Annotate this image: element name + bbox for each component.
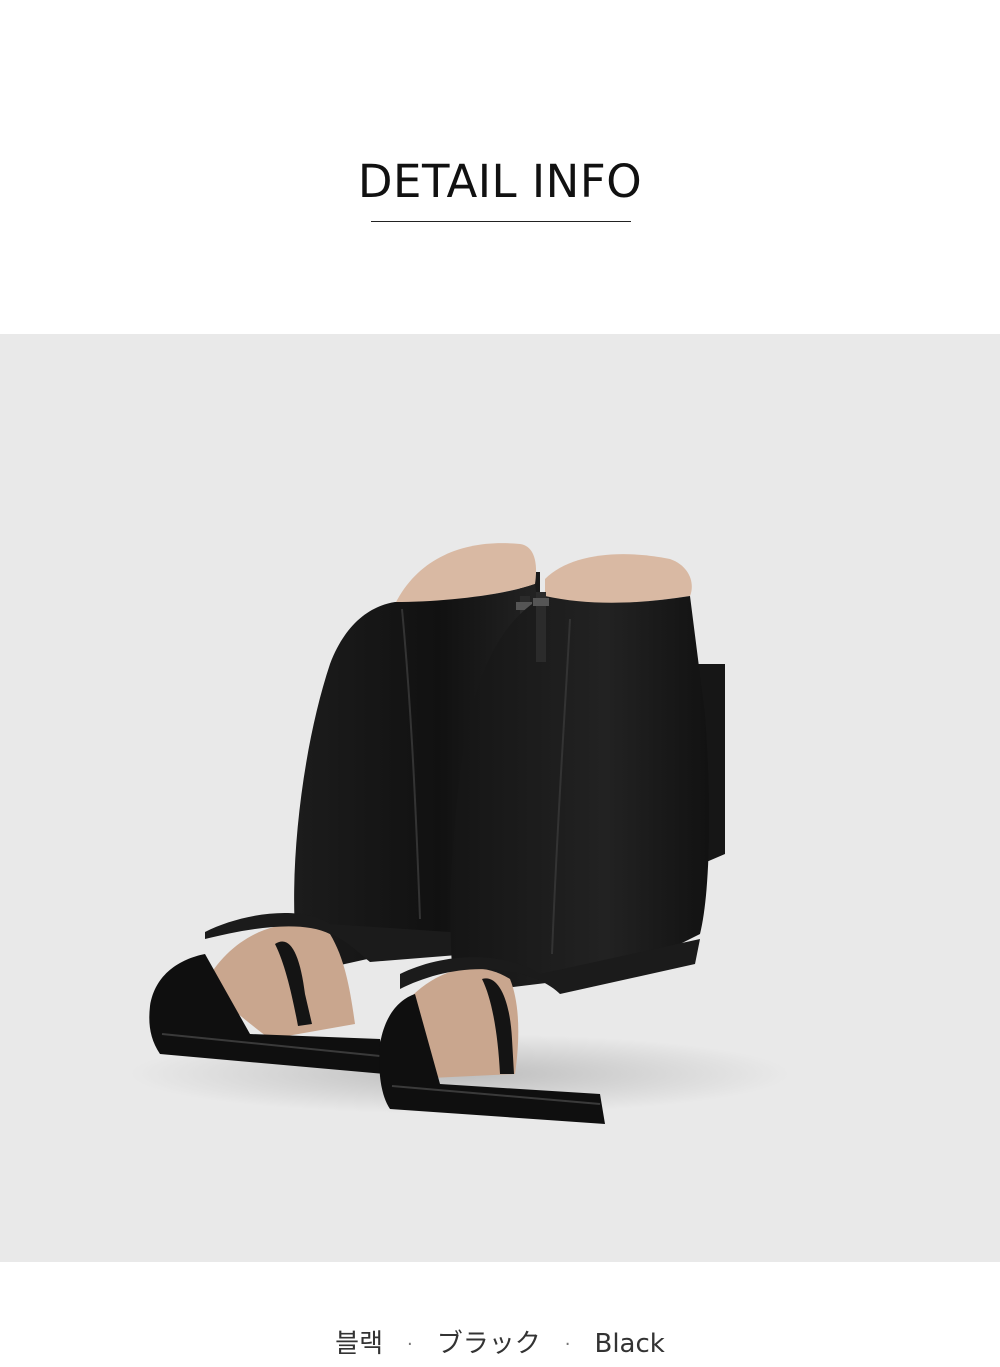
color-caption: 블랙 · ブラック · Black: [0, 1262, 1000, 1367]
detail-info-header: DETAIL INFO: [0, 0, 1000, 334]
color-name-english: Black: [594, 1329, 665, 1359]
color-name-korean: 블랙: [335, 1329, 383, 1359]
boots-illustration: [130, 543, 790, 1124]
page-title: DETAIL INFO: [357, 155, 643, 208]
product-photo: [0, 334, 1000, 1262]
separator-dot: ·: [407, 1333, 413, 1355]
color-name-list: 블랙 · ブラック · Black: [0, 1324, 1000, 1365]
title-underline: [371, 221, 631, 222]
separator-dot: ·: [564, 1333, 571, 1355]
color-name-japanese: ブラック: [436, 1329, 541, 1359]
